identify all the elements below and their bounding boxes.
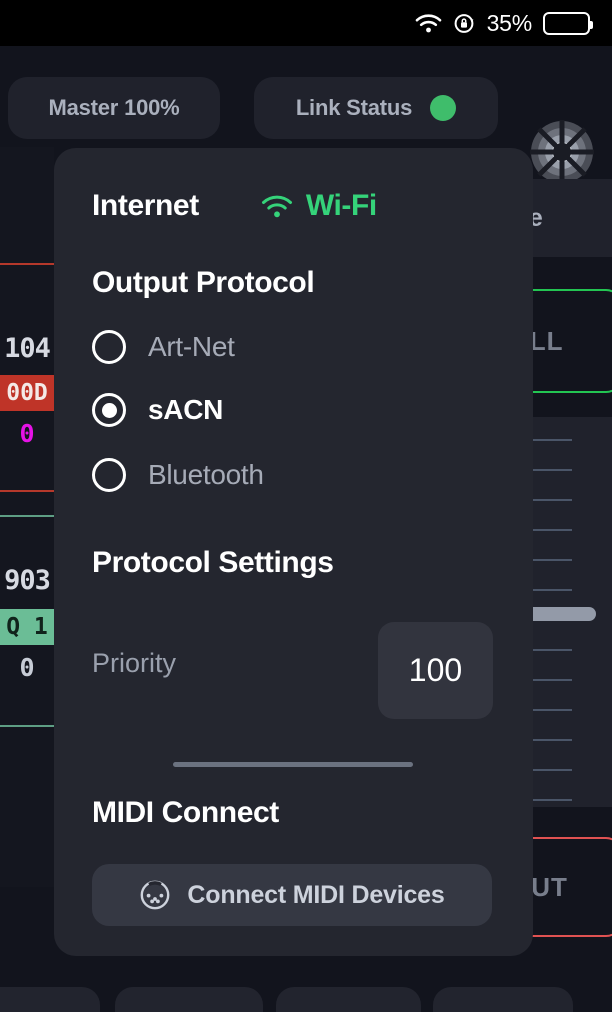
protocol-settings-heading: Protocol Settings bbox=[92, 546, 334, 579]
dmx-sub-1: 0 bbox=[19, 419, 35, 448]
radio-circle-icon bbox=[92, 458, 126, 492]
radio-option-artnet[interactable]: Art-Net bbox=[92, 330, 235, 364]
panel-section-divider bbox=[173, 762, 413, 767]
internet-value: Wi-Fi bbox=[305, 189, 377, 222]
link-status-indicator bbox=[430, 95, 457, 121]
dmx-chip-1: 00D bbox=[0, 375, 54, 411]
divider-red-bottom bbox=[0, 490, 54, 492]
radio-label-sacn: sACN bbox=[148, 394, 224, 425]
dmx-sub-2: 0 bbox=[19, 653, 35, 682]
tab-card-3[interactable] bbox=[276, 987, 421, 1012]
tab-card-4[interactable] bbox=[433, 987, 573, 1012]
link-status-label: Link Status bbox=[295, 95, 413, 120]
divider-green-bottom bbox=[0, 725, 54, 727]
priority-value: 100 bbox=[408, 652, 463, 688]
divider-red-top bbox=[0, 263, 54, 265]
midi-connect-heading: MIDI Connect bbox=[92, 796, 279, 829]
master-level-button[interactable]: Master 100% bbox=[8, 77, 220, 139]
radio-circle-selected-icon bbox=[92, 393, 126, 427]
connect-midi-devices-label: Connect MIDI Devices bbox=[187, 880, 445, 909]
dmx-chip-2: Q 1 bbox=[0, 609, 54, 645]
rotation-lock-icon bbox=[453, 12, 476, 35]
app-root: 35% Master 100% Link Status 104 00D 0 90… bbox=[0, 0, 612, 1012]
dmx-left-column: 104 00D 0 903 Q 1 0 bbox=[0, 147, 54, 887]
priority-input[interactable]: 100 bbox=[378, 622, 493, 719]
radio-circle-icon bbox=[92, 330, 126, 364]
network-settings-panel: Internet Wi-Fi Output Protocol Art-Net s… bbox=[54, 148, 533, 956]
priority-label: Priority bbox=[92, 648, 177, 678]
tab-card-2[interactable] bbox=[115, 987, 263, 1012]
divider-green-top bbox=[0, 515, 54, 517]
internet-value-group[interactable]: Wi-Fi bbox=[261, 189, 377, 223]
radio-option-sacn[interactable]: sACN bbox=[92, 393, 223, 427]
internet-label: Internet bbox=[92, 189, 199, 222]
radio-label-bluetooth: Bluetooth bbox=[148, 459, 264, 490]
tab-card-1[interactable] bbox=[0, 987, 100, 1012]
system-status-bar: 35% bbox=[0, 0, 612, 46]
radio-label-artnet: Art-Net bbox=[148, 331, 235, 362]
app-top-bar: Master 100% Link Status bbox=[0, 46, 612, 184]
link-status-button[interactable]: Link Status bbox=[254, 77, 498, 139]
radio-option-bluetooth[interactable]: Bluetooth bbox=[92, 458, 264, 492]
bottom-tab-bar bbox=[0, 987, 612, 1012]
battery-icon bbox=[543, 11, 593, 35]
internet-row: Internet Wi-Fi bbox=[92, 184, 492, 228]
wifi-icon bbox=[415, 13, 442, 33]
dmx-value-1: 104 bbox=[4, 333, 51, 364]
wifi-icon bbox=[261, 194, 293, 218]
midi-din-icon bbox=[139, 879, 171, 911]
master-level-label: Master 100% bbox=[48, 95, 180, 120]
battery-percent-label: 35% bbox=[486, 9, 533, 36]
dmx-value-2: 903 bbox=[4, 565, 51, 596]
connect-midi-devices-button[interactable]: Connect MIDI Devices bbox=[92, 864, 492, 926]
output-protocol-heading: Output Protocol bbox=[92, 266, 315, 299]
